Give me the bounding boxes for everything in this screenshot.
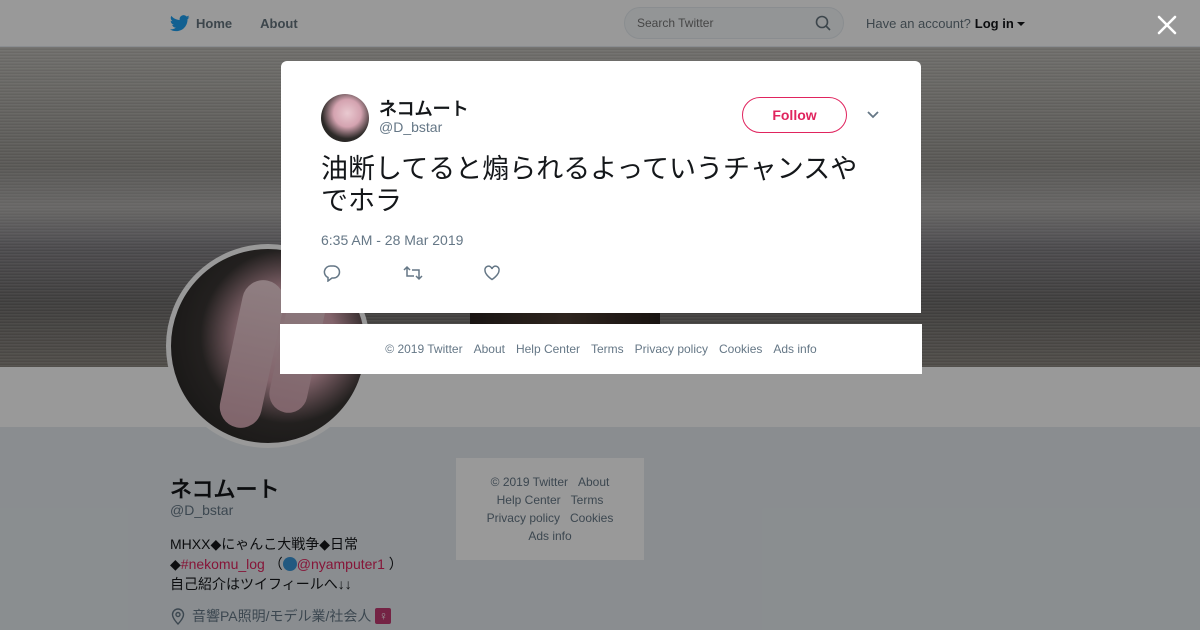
footer-help[interactable]: Help Center — [516, 342, 580, 356]
tweet-actions — [323, 264, 563, 284]
retweet-action[interactable] — [403, 264, 483, 284]
follow-button[interactable]: Follow — [742, 97, 847, 133]
tweet-author-handle[interactable]: @D_bstar — [379, 119, 442, 135]
close-icon[interactable] — [1154, 12, 1180, 38]
retweet-icon[interactable] — [403, 264, 423, 282]
heart-icon[interactable] — [483, 264, 501, 282]
tweet-timestamp[interactable]: 6:35 AM - 28 Mar 2019 — [321, 232, 463, 248]
footer-cookies[interactable]: Cookies — [719, 342, 762, 356]
footer-privacy[interactable]: Privacy policy — [635, 342, 708, 356]
footer-copyright: © 2019 Twitter — [385, 342, 463, 356]
modal-footer: © 2019 Twitter About Help Center Terms P… — [280, 324, 922, 374]
like-action[interactable] — [483, 264, 563, 284]
reply-action[interactable] — [323, 264, 403, 284]
reply-icon[interactable] — [323, 264, 341, 283]
chevron-down-icon[interactable] — [866, 110, 880, 120]
tweet-author-name[interactable]: ネコムート — [379, 95, 469, 121]
footer-terms[interactable]: Terms — [591, 342, 624, 356]
tweet-text: 油断してると煽られるよっていうチャンスやでホラ — [321, 154, 858, 217]
tweet-card: ネコムート @D_bstar Follow 油断してると煽られるよっていうチャン… — [281, 61, 921, 313]
tweet-author-avatar[interactable] — [321, 94, 369, 142]
footer-ads[interactable]: Ads info — [773, 342, 816, 356]
footer-about[interactable]: About — [474, 342, 505, 356]
